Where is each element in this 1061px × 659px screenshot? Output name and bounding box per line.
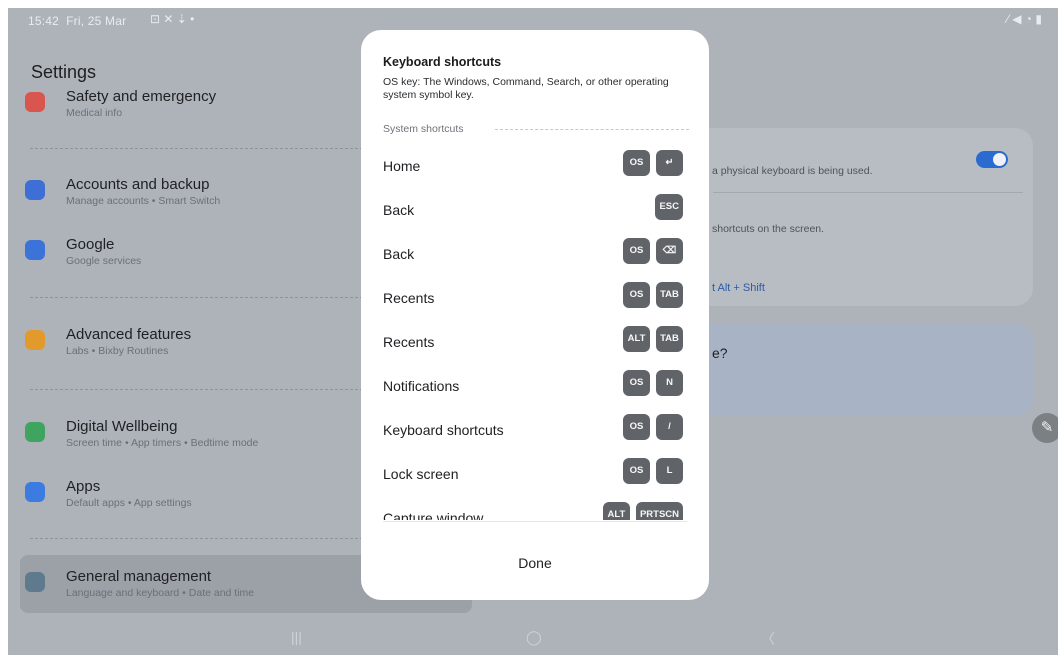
list-divider xyxy=(30,297,363,298)
recents-button[interactable]: ||| xyxy=(291,629,302,645)
settings-item-title: Google xyxy=(66,236,115,253)
key-cap: ⌫ xyxy=(656,238,683,264)
shortcut-label: Capture window xyxy=(383,510,484,520)
navigation-bar: ||| ◯ 〈 xyxy=(8,620,1058,655)
key-cap: ↵ xyxy=(656,150,683,176)
done-button[interactable]: Done xyxy=(495,555,575,571)
shortcut-label: Lock screen xyxy=(383,466,459,482)
shortcut-keys: OS ↵ xyxy=(623,150,683,176)
settings-item-title: Accounts and backup xyxy=(66,176,210,193)
key-cap: OS xyxy=(623,150,650,176)
key-cap: ALT xyxy=(602,502,630,520)
physical-keyboard-toggle[interactable] xyxy=(976,151,1008,168)
notification-icons: ⊡ ✕ ⇣ • xyxy=(150,12,195,26)
settings-item-subtitle: Default apps • App settings xyxy=(66,497,192,509)
key-cap: OS xyxy=(623,414,650,440)
shortcut-row: Lock screen OS L xyxy=(383,458,683,488)
settings-item-title: Digital Wellbeing xyxy=(66,418,178,435)
shortcut-label: Back xyxy=(383,246,415,262)
shortcut-keys: ALT PRTSCN xyxy=(602,502,683,520)
key-cap: OS xyxy=(623,238,650,264)
card-divider xyxy=(713,192,1023,193)
shortcut-label: Home xyxy=(383,158,421,174)
shortcut-keys: OS L xyxy=(623,458,683,484)
shortcut-list[interactable]: Home OS ↵ Back ESC Back OS ⌫ Recents OS TAB Recents… xyxy=(361,142,709,520)
settings-item-subtitle: Manage accounts • Smart Switch xyxy=(66,195,221,207)
key-cap: PRTSCN xyxy=(635,502,683,520)
shortcut-label: Notifications xyxy=(383,378,460,394)
shortcut-row: Recents OS TAB xyxy=(383,282,683,312)
shortcut-label: Recents xyxy=(383,290,435,306)
key-cap: L xyxy=(656,458,683,484)
shortcut-keys: ALT TAB xyxy=(623,326,683,352)
gear-plus-icon xyxy=(25,330,45,350)
settings-item-title: Apps xyxy=(66,478,101,495)
status-time: 15:42 Fri, 25 Mar xyxy=(28,14,127,28)
shortcut-row: Back OS ⌫ xyxy=(383,238,683,268)
section-header: System shortcuts xyxy=(383,123,464,135)
shortcut-row: Recents ALT TAB xyxy=(383,326,683,356)
key-cap: OS xyxy=(623,282,650,308)
shortcut-keys: OS ⌫ xyxy=(623,238,683,264)
shortcut-label: Back xyxy=(383,202,415,218)
system-status-icons: ⁄ ◀ ◔ ▮ xyxy=(1006,12,1042,26)
shortcut-row: Home OS ↵ xyxy=(383,150,683,180)
shortcut-keys: OS TAB xyxy=(623,282,683,308)
settings-item-subtitle: Google services xyxy=(66,255,142,267)
google-icon xyxy=(25,240,45,260)
settings-item-subtitle: Screen time • App timers • Bedtime mode xyxy=(66,437,259,449)
sliders-icon xyxy=(25,572,45,592)
home-button[interactable]: ◯ xyxy=(526,629,542,646)
settings-item-title: Advanced features xyxy=(66,326,192,343)
toggle-knob xyxy=(993,153,1006,166)
sync-icon xyxy=(25,180,45,200)
dialog-title: Keyboard shortcuts xyxy=(383,55,502,69)
language-switch-link[interactable]: t Alt + Shift xyxy=(712,282,765,294)
list-divider xyxy=(30,389,363,390)
shortcut-keys: OS / xyxy=(623,414,683,440)
back-button[interactable]: 〈 xyxy=(761,629,775,649)
list-divider xyxy=(30,148,363,149)
key-cap: ESC xyxy=(655,194,683,220)
key-cap: OS xyxy=(623,458,650,484)
shortcut-row: Capture window ALT PRTSCN xyxy=(383,502,683,520)
section-divider xyxy=(495,129,689,130)
key-cap: TAB xyxy=(656,282,683,308)
shortcut-row: Keyboard shortcuts OS / xyxy=(383,414,683,444)
dialog-description: OS key: The Windows, Command, Search, or… xyxy=(383,76,669,101)
wellbeing-icon xyxy=(25,422,45,442)
key-cap: OS xyxy=(623,370,650,396)
key-cap: N xyxy=(656,370,683,396)
shortcut-label: Keyboard shortcuts xyxy=(383,422,504,438)
shortcut-label: Recents xyxy=(383,334,435,350)
help-question: e? xyxy=(712,345,728,361)
key-cap: / xyxy=(656,414,683,440)
settings-item-title: General management xyxy=(66,568,212,585)
shortcut-row: Notifications OS N xyxy=(383,370,683,400)
shortcut-keys: OS N xyxy=(623,370,683,396)
key-cap: ALT xyxy=(623,326,650,352)
physical-keyboard-text: a physical keyboard is being used. xyxy=(712,165,873,177)
settings-item-subtitle: Medical info xyxy=(66,107,123,119)
keyboard-shortcuts-dialog: Keyboard shortcuts OS key: The Windows, … xyxy=(361,30,709,600)
settings-item-subtitle: Language and keyboard • Date and time xyxy=(66,587,255,599)
apps-icon xyxy=(25,482,45,502)
shortcut-row: Back ESC xyxy=(383,194,683,224)
page-title: Settings xyxy=(31,62,97,82)
shortcuts-text: shortcuts on the screen. xyxy=(712,223,825,235)
edit-icon[interactable]: ✎ xyxy=(1032,413,1058,443)
shortcut-keys: ESC xyxy=(655,194,683,220)
list-divider xyxy=(30,538,363,539)
screen: 15:42 Fri, 25 Mar ⊡ ✕ ⇣ • ⁄ ◀ ◔ ▮ Settin… xyxy=(8,8,1058,655)
dialog-divider xyxy=(383,521,687,522)
settings-item-subtitle: Labs • Bixby Routines xyxy=(66,345,169,357)
safety-icon xyxy=(25,92,45,112)
settings-item-title: Safety and emergency xyxy=(66,88,217,105)
key-cap: TAB xyxy=(656,326,683,352)
